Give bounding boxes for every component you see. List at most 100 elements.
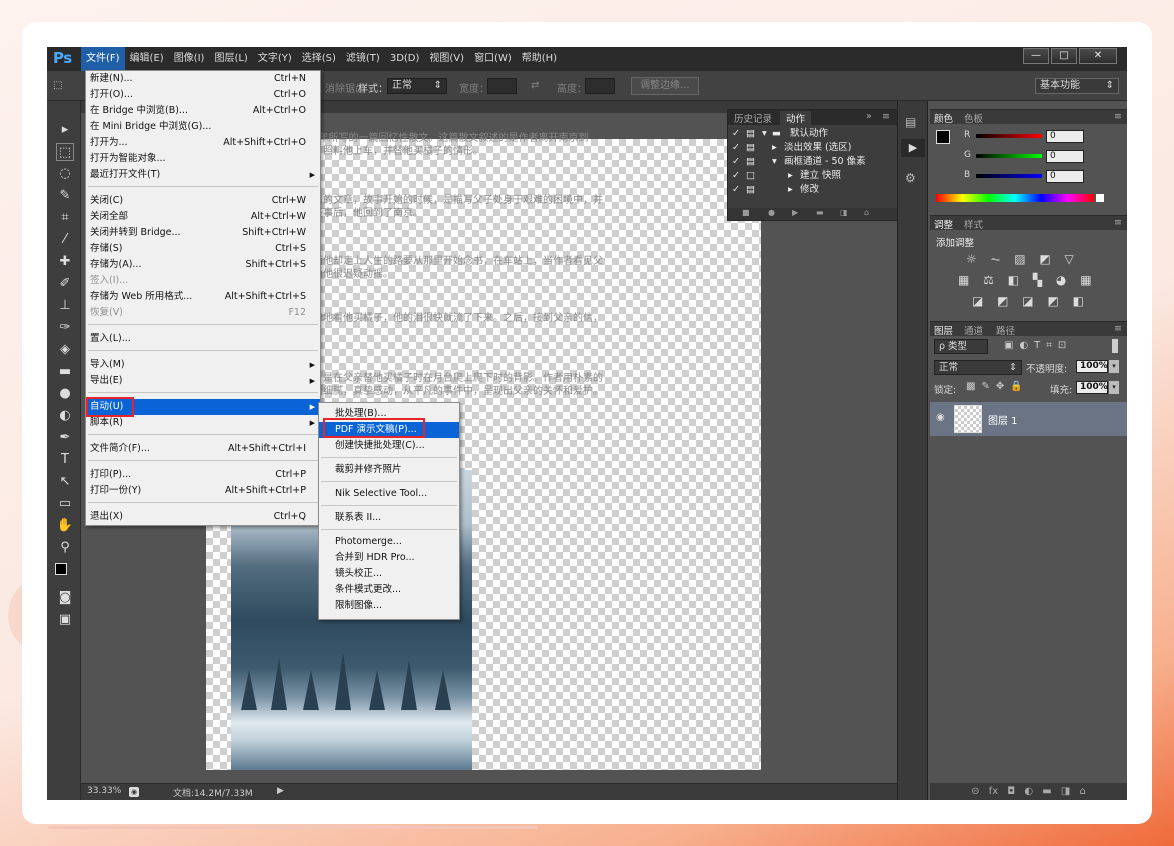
menu-item-open-smart-object[interactable]: 打开为智能对象...	[86, 151, 320, 167]
visibility-eye-icon[interactable]: ◉	[936, 412, 945, 423]
crop-tool-icon[interactable]: ⌗	[56, 209, 74, 227]
white-swatch[interactable]	[1096, 194, 1104, 202]
blue-value[interactable]: 0	[1046, 170, 1084, 183]
close-button[interactable]: ✕	[1079, 48, 1117, 64]
red-slider[interactable]	[976, 134, 1042, 138]
status-info-icon[interactable]: ◉	[129, 787, 139, 797]
menu-edit[interactable]: 编辑(E)	[125, 47, 169, 71]
menu-filter[interactable]: 滤镜(T)	[341, 47, 385, 71]
layers-panel-footer[interactable]: ⊝ fx ◘ ◐ ▬ ◨ ⌂	[930, 783, 1127, 800]
menu-item-place[interactable]: 置入(L)...	[86, 331, 320, 347]
tab-paths[interactable]: 路径	[996, 323, 1015, 337]
new-action-icon[interactable]: ◨	[840, 208, 848, 217]
red-value[interactable]: 0	[1046, 130, 1084, 143]
status-menu-arrow-icon[interactable]: ▶	[277, 786, 284, 796]
layer-filter-icons[interactable]: ▣◐T⌗⊡	[1004, 340, 1072, 351]
trash-icon[interactable]: ⌂	[864, 208, 869, 217]
shape-tool-icon[interactable]: ▭	[56, 495, 74, 513]
menu-item-conditional-mode-change[interactable]: 条件模式更改...	[319, 582, 459, 598]
menu-item-print-one-copy[interactable]: 打印一份(Y) Alt+Shift+Ctrl+P	[86, 483, 320, 499]
move-tool-icon[interactable]: ▸	[56, 121, 74, 139]
tab-swatches[interactable]: 色板	[964, 111, 983, 125]
fill-arrow-icon[interactable]: ▾	[1109, 381, 1119, 394]
brush-tool-icon[interactable]: ✐	[56, 275, 74, 293]
menu-item-print[interactable]: 打印(P)... Ctrl+P	[86, 467, 320, 483]
menu-3d[interactable]: 3D(D)	[385, 47, 425, 71]
path-select-tool-icon[interactable]: ↖	[56, 473, 74, 491]
actions-panel-icon[interactable]: ▶	[901, 139, 925, 157]
opacity-arrow-icon[interactable]: ▾	[1109, 360, 1119, 373]
menu-view[interactable]: 视图(V)	[424, 47, 469, 71]
new-set-icon[interactable]: ▬	[816, 208, 824, 217]
width-input[interactable]	[487, 78, 517, 94]
tab-color[interactable]: 颜色	[934, 111, 953, 125]
action-row[interactable]: ✓ ▤ ▾ 画框通道 - 50 像素	[728, 155, 888, 169]
menu-window[interactable]: 窗口(W)	[469, 47, 517, 71]
menu-item-open[interactable]: 打开(O)... Ctrl+O	[86, 87, 320, 103]
green-value[interactable]: 0	[1046, 150, 1084, 163]
menu-item-browse-bridge[interactable]: 在 Bridge 中浏览(B)... Alt+Ctrl+O	[86, 103, 320, 119]
marquee-tool-icon[interactable]: ⬚	[56, 143, 74, 161]
hand-tool-icon[interactable]: ✋	[56, 517, 74, 535]
action-row[interactable]: ✓ ▤ ▸ 淡出效果 (选区)	[728, 141, 888, 155]
layer-row[interactable]: ◉ 图层 1	[930, 402, 1127, 436]
panel-menu-icon[interactable]: ≡	[1114, 323, 1122, 334]
menu-item-recent-files[interactable]: 最近打开文件(T) ▶	[86, 167, 320, 183]
menu-layer[interactable]: 图层(L)	[209, 47, 252, 71]
menu-item-save[interactable]: 存储(S) Ctrl+S	[86, 241, 320, 257]
play-icon[interactable]: ▶	[792, 208, 798, 217]
menu-item-contact-sheet[interactable]: 联系表 II...	[319, 510, 459, 526]
layer-name[interactable]: 图层 1	[988, 412, 1018, 427]
stamp-tool-icon[interactable]: ⊥	[56, 297, 74, 315]
type-tool-icon[interactable]: T	[56, 451, 74, 469]
layer-kind-filter[interactable]: ρ 类型	[934, 339, 988, 354]
menu-item-exit[interactable]: 退出(X) Ctrl+Q	[86, 509, 320, 525]
history-panel-icon[interactable]: ▤	[905, 115, 916, 129]
swap-icon[interactable]: ⇄	[531, 80, 539, 91]
history-brush-tool-icon[interactable]: ✑	[56, 319, 74, 337]
action-row[interactable]: ✓ ▤ ▸ 修改	[728, 183, 888, 197]
panel-menu-icon[interactable]: ≡	[1114, 217, 1122, 228]
tab-styles[interactable]: 样式	[964, 217, 983, 231]
fill-input[interactable]: 100%	[1076, 381, 1108, 394]
blue-slider[interactable]	[976, 174, 1042, 178]
blur-tool-icon[interactable]: ●	[56, 385, 74, 403]
marquee-tool-icon[interactable]: ⬚	[53, 80, 62, 91]
menu-item-photomerge[interactable]: Photomerge...	[319, 534, 459, 550]
lock-icons[interactable]: ▩✎✥🔒	[966, 381, 1029, 392]
menu-file[interactable]: 文件(F)	[81, 47, 125, 71]
pen-tool-icon[interactable]: ✒	[56, 429, 74, 447]
stop-icon[interactable]: ■	[742, 208, 750, 217]
healing-tool-icon[interactable]: ✚	[56, 253, 74, 271]
filter-toggle-switch[interactable]	[1112, 339, 1118, 353]
menu-item-save-as[interactable]: 存储为(A)... Shift+Ctrl+S	[86, 257, 320, 273]
properties-panel-icon[interactable]: ⚙	[905, 171, 916, 185]
action-row[interactable]: ✓ □ ▸ 建立 快照	[728, 169, 888, 183]
screen-mode-icon[interactable]: ▣	[56, 611, 74, 629]
height-input[interactable]	[585, 78, 615, 94]
quick-select-tool-icon[interactable]: ✎	[56, 187, 74, 205]
dodge-tool-icon[interactable]: ◐	[56, 407, 74, 425]
record-icon[interactable]: ●	[768, 208, 775, 217]
action-row[interactable]: ✓ ▤ ▾ ▬ 默认动作	[728, 127, 888, 141]
panel-menu-icon[interactable]: ≡	[882, 111, 890, 122]
menu-item-close[interactable]: 关闭(C) Ctrl+W	[86, 193, 320, 209]
menu-item-nik-selective-tool[interactable]: Nik Selective Tool...	[319, 486, 459, 502]
refine-edge-button[interactable]: 调整边缘...	[631, 77, 699, 95]
menu-item-close-all[interactable]: 关闭全部 Alt+Ctrl+W	[86, 209, 320, 225]
gradient-tool-icon[interactable]: ▬	[56, 363, 74, 381]
zoom-level[interactable]: 33.33%	[87, 786, 121, 796]
adjustment-icons-row[interactable]: ▦ ⚖ ◧ ▚ ◕ ▦	[958, 273, 1097, 287]
zoom-tool-icon[interactable]: ⚲	[56, 539, 74, 557]
foreground-color-swatch[interactable]	[55, 563, 67, 575]
panel-collapse-icon[interactable]: »	[866, 111, 872, 122]
tab-adjustments[interactable]: 调整	[934, 217, 953, 231]
menu-type[interactable]: 文字(Y)	[253, 47, 297, 71]
quick-mask-icon[interactable]: ◙	[56, 589, 74, 607]
lasso-tool-icon[interactable]: ◌	[56, 165, 74, 183]
eyedropper-tool-icon[interactable]: ⁄	[56, 231, 74, 249]
tab-history[interactable]: 历史记录	[734, 111, 772, 125]
menu-item-open-as[interactable]: 打开为... Alt+Shift+Ctrl+O	[86, 135, 320, 151]
menu-item-lens-correction[interactable]: 镜头校正...	[319, 566, 459, 582]
opacity-input[interactable]: 100%	[1076, 360, 1108, 373]
